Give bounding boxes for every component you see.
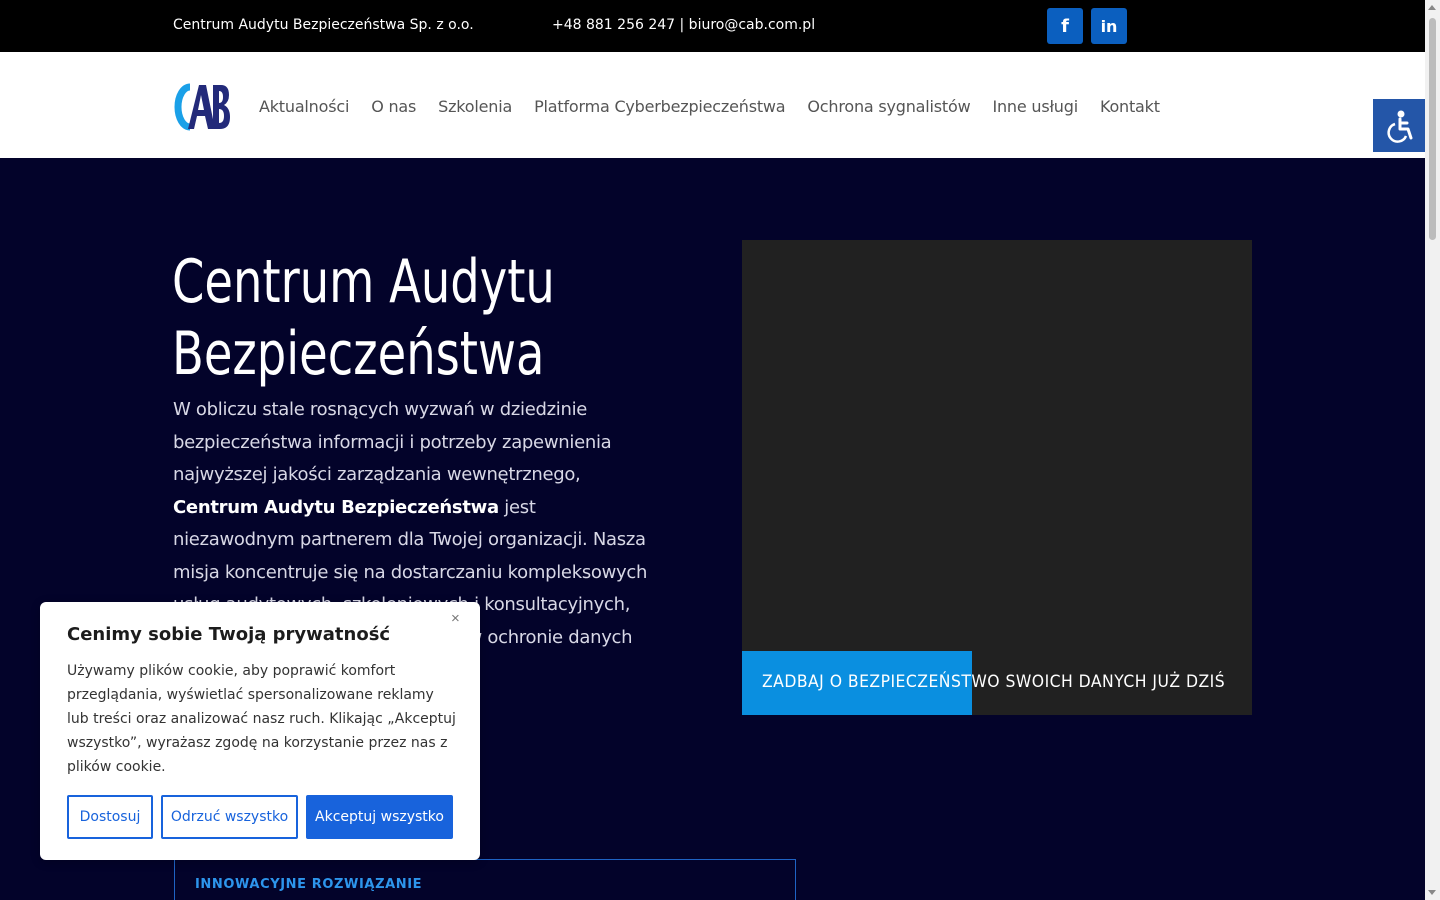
page-scrollbar[interactable] [1425,0,1440,900]
top-bar: Centrum Audytu Bezpieczeństwa Sp. z o.o.… [0,0,1425,52]
nav-o-nas[interactable]: O nas [371,97,416,116]
nav-ochrona-sygnalistow[interactable]: Ochrona sygnalistów [807,97,970,116]
cookie-text: Używamy plików cookie, aby poprawić komf… [67,663,456,775]
accessibility-icon [1387,110,1413,143]
scroll-up-icon[interactable] [1428,5,1436,10]
video-caption: ZADBAJ O BEZPIECZEŃSTWO SWOICH DANYCH JU… [762,672,1226,692]
hero-title-line2: Bezpieczeństwa [172,319,545,389]
nav-inne-uslugi[interactable]: Inne usługi [992,97,1078,116]
accept-all-button[interactable]: Akceptuj wszystko [306,795,453,839]
hero-text-bold: Centrum Audytu Bezpieczeństwa [173,496,499,518]
scroll-thumb[interactable] [1429,18,1436,240]
cookie-title: Cenimy sobie Twoją prywatność [67,624,391,645]
company-name: Centrum Audytu Bezpieczeństwa Sp. z o.o. [173,17,474,33]
hero-title-line1: Centrum Audytu [172,247,555,317]
contact-info[interactable]: +48 881 256 247 | biuro@cab.com.pl [552,17,815,33]
linkedin-icon[interactable]: in [1091,8,1127,44]
nav-kontakt[interactable]: Kontakt [1100,97,1160,116]
close-icon[interactable]: × [451,610,460,627]
cookie-consent-dialog: Cenimy sobie Twoją prywatność × Używamy … [40,602,480,860]
cab-logo[interactable] [173,82,230,132]
site-header: Aktualności O nas Szkolenia Platforma Cy… [0,52,1425,158]
nav-aktualnosci[interactable]: Aktualności [259,97,349,116]
accessibility-button[interactable] [1373,99,1425,152]
video-player[interactable]: ZADBAJ O BEZPIECZEŃSTWO SWOICH DANYCH JU… [742,240,1252,715]
innovation-box: INNOWACYJNE ROZWIĄZANIE [174,859,796,900]
hero-text-before: W obliczu stale rosnących wyzwań w dzied… [173,399,612,485]
innovation-label: INNOWACYJNE ROZWIĄZANIE [195,877,423,892]
main-nav: Aktualności O nas Szkolenia Platforma Cy… [259,97,1160,116]
scroll-down-icon[interactable] [1428,890,1436,895]
reject-all-button[interactable]: Odrzuć wszystko [161,795,298,839]
nav-szkolenia[interactable]: Szkolenia [438,97,512,116]
facebook-icon[interactable]: f [1047,8,1083,44]
hero-title: Centrum Audytu Bezpieczeństwa [172,246,636,390]
customize-button[interactable]: Dostosuj [67,795,153,839]
nav-platforma[interactable]: Platforma Cyberbezpieczeństwa [534,97,786,116]
